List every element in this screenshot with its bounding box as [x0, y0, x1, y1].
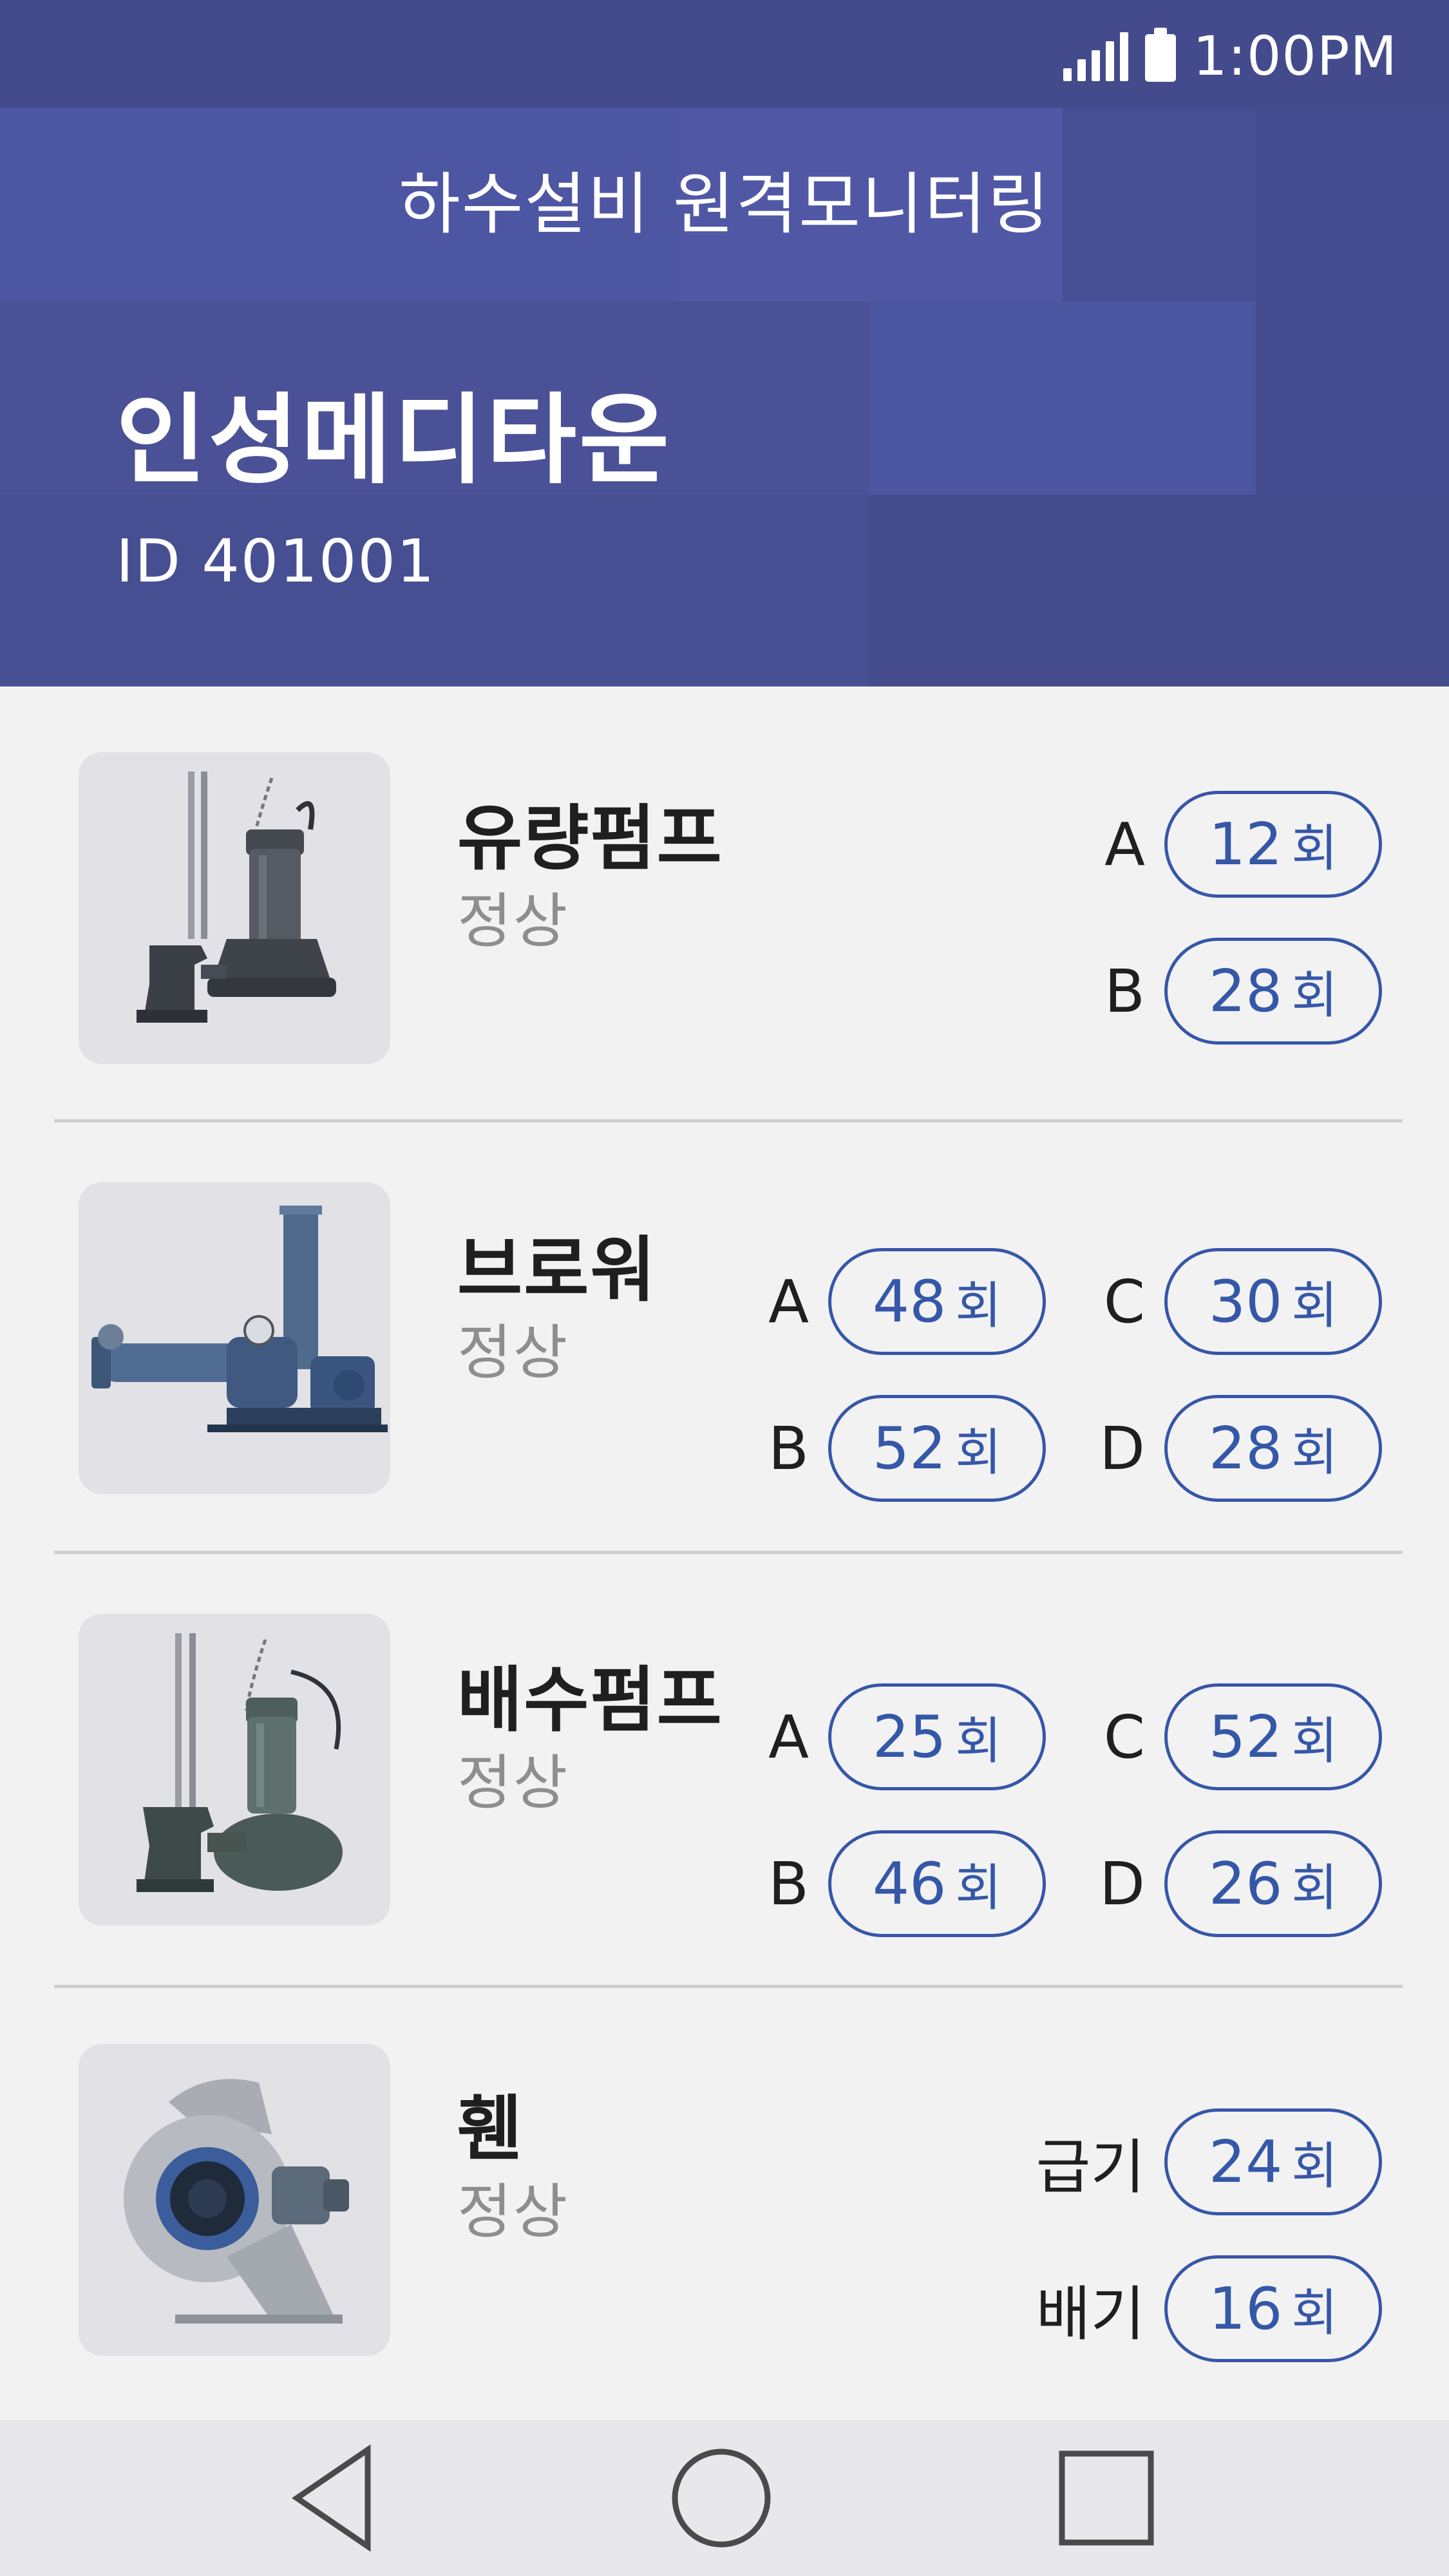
count-unit: 회: [1291, 1277, 1338, 1335]
counter-d[interactable]: D 28 회: [1099, 1395, 1382, 1502]
counter-label: A: [1104, 810, 1145, 879]
equipment-status: 정상: [457, 2177, 569, 2246]
equipment-row[interactable]: 배수펌프 정상 A 25 회 B 46 회 C 52 회 D 26 회: [0, 1549, 1449, 1980]
app-title: 하수설비 원격모니터링: [399, 165, 1050, 243]
status-right: 1:00PM: [1063, 24, 1397, 88]
equipment-name: 휀: [457, 2088, 524, 2170]
counter-label: C: [1103, 1267, 1145, 1336]
signal-icon: [1063, 31, 1129, 81]
count-pill[interactable]: 12 회: [1164, 791, 1382, 898]
count-value: 52: [1208, 1703, 1283, 1771]
count-value: 12: [1208, 810, 1283, 878]
counter-b[interactable]: B 52 회: [768, 1395, 1046, 1502]
count-pill[interactable]: 48 회: [828, 1248, 1046, 1355]
recents-square-icon: [1059, 2450, 1154, 2546]
counter-label: B: [768, 1849, 809, 1918]
count-pill[interactable]: 25 회: [828, 1683, 1046, 1790]
count-unit: 회: [1291, 2137, 1338, 2195]
counter-label: D: [1099, 1849, 1145, 1918]
site-id: ID 401001: [116, 527, 436, 596]
home-button[interactable]: [638, 2420, 805, 2576]
count-unit: 회: [1291, 1424, 1338, 1482]
count-pill[interactable]: 16 회: [1164, 2255, 1382, 2362]
equipment-status: 정상: [457, 1748, 569, 1817]
count-unit: 회: [955, 1424, 1002, 1482]
equipment-name: 브로워: [457, 1229, 657, 1311]
count-pill[interactable]: 24 회: [1164, 2108, 1382, 2215]
equipment-row[interactable]: 휀 정상 급기 24 회 배기 16 회: [0, 1982, 1449, 2412]
status-time: 1:00PM: [1193, 24, 1397, 88]
counter-supply[interactable]: 급기 24 회: [1036, 2108, 1382, 2215]
counter-a[interactable]: A 12 회: [1104, 791, 1382, 898]
count-value: 25: [872, 1703, 947, 1771]
counter-label: B: [768, 1414, 809, 1483]
home-circle-icon: [672, 2448, 771, 2548]
count-pill[interactable]: 28 회: [1164, 938, 1382, 1045]
counter-a[interactable]: A 25 회: [768, 1683, 1046, 1790]
count-pill[interactable]: 30 회: [1164, 1248, 1382, 1355]
equipment-name: 배수펌프: [457, 1659, 723, 1741]
counter-c[interactable]: C 30 회: [1104, 1248, 1382, 1355]
counter-label: 급기: [1036, 2132, 1145, 2202]
equipment-name: 유량펌프: [457, 797, 723, 880]
count-value: 52: [872, 1414, 947, 1482]
battery-icon: [1145, 28, 1177, 82]
fan-icon: [79, 2044, 390, 2356]
counter-b[interactable]: B 46 회: [768, 1830, 1046, 1937]
count-unit: 회: [1291, 820, 1338, 878]
app-header: 1:00PM 하수설비 원격모니터링 인성메디타운 ID 401001: [0, 0, 1449, 687]
count-unit: 회: [955, 1859, 1002, 1917]
back-button[interactable]: [255, 2420, 422, 2576]
submersible-pump-icon: [79, 752, 390, 1064]
counter-label: B: [1104, 956, 1145, 1026]
counter-label: A: [768, 1267, 809, 1336]
count-value: 48: [872, 1267, 947, 1336]
equipment-row[interactable]: 유량펌프 정상 A 12 회 B 28 회: [0, 687, 1449, 1117]
blower-icon: [79, 1182, 390, 1494]
counter-label: A: [768, 1702, 809, 1772]
count-value: 28: [1208, 1414, 1283, 1482]
counter-label: 배기: [1036, 2279, 1145, 2349]
back-triangle-icon: [292, 2444, 371, 2552]
navigation-bar: [0, 2420, 1449, 2576]
header-pattern: [869, 495, 1449, 687]
count-pill[interactable]: 28 회: [1164, 1395, 1382, 1502]
count-pill[interactable]: 52 회: [1164, 1683, 1382, 1790]
counter-d[interactable]: D 26 회: [1099, 1830, 1382, 1937]
counter-label: C: [1103, 1702, 1145, 1772]
count-value: 30: [1208, 1267, 1283, 1336]
count-unit: 회: [1291, 2284, 1338, 2342]
count-value: 24: [1208, 2128, 1283, 2196]
drainage-pump-icon: [79, 1614, 390, 1926]
equipment-row[interactable]: 브로워 정상 A 48 회 B 52 회 C 30 회 D 28 회: [0, 1118, 1449, 1548]
counter-exhaust[interactable]: 배기 16 회: [1036, 2255, 1382, 2362]
count-unit: 회: [1291, 967, 1338, 1025]
count-value: 46: [872, 1850, 947, 1918]
count-value: 28: [1208, 957, 1283, 1025]
counter-label: D: [1099, 1414, 1145, 1483]
counter-a[interactable]: A 48 회: [768, 1248, 1046, 1355]
count-pill[interactable]: 26 회: [1164, 1830, 1382, 1937]
equipment-status: 정상: [457, 887, 569, 956]
recents-button[interactable]: [1023, 2420, 1190, 2576]
count-value: 16: [1208, 2275, 1283, 2343]
header-pattern: [869, 301, 1256, 495]
count-pill[interactable]: 52 회: [828, 1395, 1046, 1502]
counter-c[interactable]: C 52 회: [1104, 1683, 1382, 1790]
status-bar: 1:00PM: [0, 0, 1449, 108]
count-pill[interactable]: 46 회: [828, 1830, 1046, 1937]
count-unit: 회: [1291, 1859, 1338, 1917]
count-value: 26: [1208, 1850, 1283, 1918]
count-unit: 회: [955, 1712, 1002, 1770]
count-unit: 회: [955, 1277, 1002, 1335]
count-unit: 회: [1291, 1712, 1338, 1770]
equipment-status: 정상: [457, 1318, 569, 1387]
site-name: 인성메디타운: [116, 383, 672, 497]
counter-b[interactable]: B 28 회: [1104, 938, 1382, 1045]
